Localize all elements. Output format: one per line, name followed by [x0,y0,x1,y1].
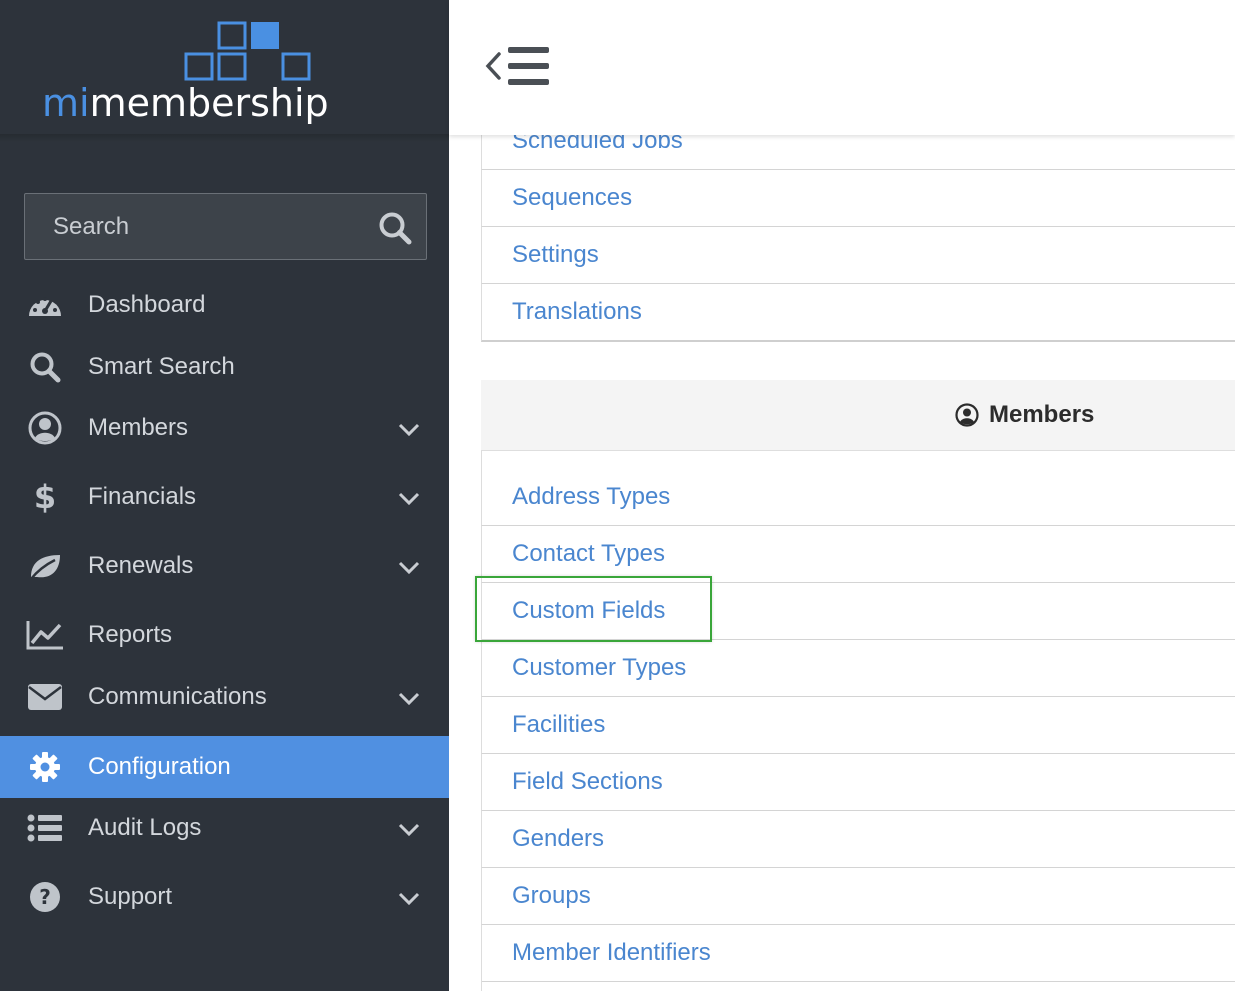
link-groups[interactable]: Groups [512,868,591,924]
logo-divider [0,134,449,142]
line-chart-icon [26,617,64,653]
chevron-down-icon[interactable] [397,821,421,839]
svg-text:?: ? [39,885,51,909]
list-item: Settings [481,227,1235,284]
link-sequences[interactable]: Sequences [512,170,632,226]
nav-label-smart-search: Smart Search [88,353,235,380]
search-icon[interactable] [377,210,413,246]
list-icon [26,810,64,846]
logo-text: mimembership [42,81,329,125]
nav-item-configuration[interactable]: Configuration [0,736,449,798]
nav-item-support[interactable]: ? Support [0,866,449,928]
nav-label-reports: Reports [88,621,173,648]
sidebar: mimembership Dashboard [0,0,449,991]
logo[interactable]: mimembership [0,0,449,134]
list-item: Member Identifiers [481,925,1235,982]
nav-label-audit-logs: Audit Logs [88,814,202,841]
chevron-down-icon[interactable] [397,890,421,908]
envelope-icon [26,679,64,715]
search-box[interactable] [24,193,427,260]
list-item: Groups [481,868,1235,925]
chevron-down-icon[interactable] [397,690,421,708]
sidebar-toggle-icon[interactable] [483,44,553,88]
link-contact-types[interactable]: Contact Types [512,526,665,582]
link-address-types[interactable]: Address Types [512,469,670,525]
search-input[interactable] [25,194,345,259]
nav-item-reports[interactable]: Reports [0,604,449,666]
list-item: Sequences [481,170,1235,227]
nav-item-renewals[interactable]: Renewals [0,535,449,597]
list-item: Translations [481,284,1235,342]
list-item: Field Sections [481,754,1235,811]
link-custom-fields[interactable]: Custom Fields [512,583,665,639]
list-item: Facilities [481,697,1235,754]
nav-label-members: Members [88,414,189,441]
nav-label-financials: Financials [88,483,197,510]
nav-item-communications[interactable]: Communications [0,666,449,728]
link-customer-types[interactable]: Customer Types [512,640,686,696]
link-scheduled-jobs[interactable]: Scheduled Jobs [512,135,683,169]
members-panel-title: Members [989,401,1095,428]
user-circle-icon [955,403,979,427]
members-panel-header: Members [481,380,1235,451]
dashboard-icon [26,287,64,323]
link-genders[interactable]: Genders [512,811,604,867]
nav-item-financials[interactable]: $ Financials [0,466,449,528]
list-continuation [481,981,1235,991]
leaf-icon [26,548,64,584]
link-member-identifiers[interactable]: Member Identifiers [512,925,711,981]
nav-item-smart-search[interactable]: Smart Search [0,336,449,398]
main-content: Scheduled Jobs Sequences Settings Transl… [449,135,1235,991]
magnifier-icon [26,349,64,385]
chevron-down-icon[interactable] [397,421,421,439]
nav-label-configuration: Configuration [88,753,231,780]
link-facilities[interactable]: Facilities [512,697,605,753]
nav-label-renewals: Renewals [88,552,194,579]
link-settings[interactable]: Settings [512,227,599,283]
question-circle-icon: ? [26,879,64,915]
link-field-sections[interactable]: Field Sections [512,754,663,810]
list-item: Customer Types [481,640,1235,697]
list-item: Scheduled Jobs [481,135,1235,170]
user-circle-icon [26,410,64,446]
nav-item-audit-logs[interactable]: Audit Logs [0,797,449,859]
panel-spacer [481,451,1235,470]
nav-item-members[interactable]: Members [0,397,449,459]
dollar-icon: $ [33,478,57,516]
top-bar [449,0,1235,135]
link-translations[interactable]: Translations [512,284,642,340]
chevron-down-icon[interactable] [397,490,421,508]
nav-item-dashboard[interactable]: Dashboard [0,274,449,336]
nav-label-support: Support [88,883,173,910]
nav-label-dashboard: Dashboard [88,291,206,318]
list-item: Genders [481,811,1235,868]
list-item: Custom Fields [481,583,1235,640]
nav-label-communications: Communications [88,683,267,710]
chevron-down-icon[interactable] [397,559,421,577]
gear-icon [26,749,64,785]
list-item: Contact Types [481,526,1235,583]
list-item: Address Types [481,469,1235,526]
